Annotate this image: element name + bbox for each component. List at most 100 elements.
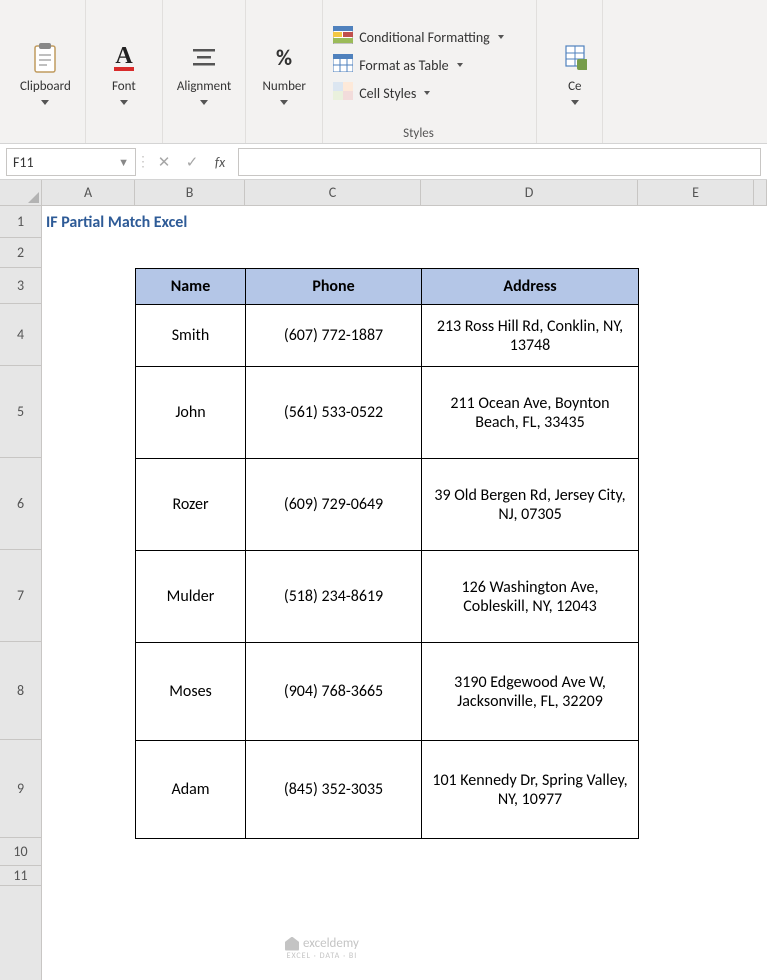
- paste-button[interactable]: Clipboard: [14, 38, 77, 110]
- row-header-9[interactable]: 9: [0, 740, 41, 838]
- ribbon-group-number: % Number: [246, 0, 323, 143]
- row-header-4[interactable]: 4: [0, 304, 41, 366]
- table-header-name[interactable]: Name: [136, 269, 246, 305]
- enter-button[interactable]: ✓: [178, 148, 206, 176]
- table-row: Rozer(609) 729-064939 Old Bergen Rd, Jer…: [136, 459, 639, 551]
- spreadsheet-grid: ABCDE 1234567891011 IF Partial Match Exc…: [0, 180, 767, 980]
- column-header-e[interactable]: E: [638, 180, 754, 205]
- percent-icon: %: [266, 40, 302, 76]
- worksheet-title: IF Partial Match Excel: [42, 206, 442, 238]
- cell-styles-icon: [333, 82, 353, 104]
- check-icon: ✓: [186, 153, 199, 172]
- styles-group-label: Styles: [403, 126, 434, 141]
- ribbon-group-alignment: Alignment: [163, 0, 246, 143]
- cell-address[interactable]: 211 Ocean Ave, Boynton Beach, FL, 33435: [422, 367, 639, 459]
- dropdown-caret-icon: ▼: [118, 156, 129, 169]
- table-row: John(561) 533-0522211 Ocean Ave, Boynton…: [136, 367, 639, 459]
- name-box[interactable]: F11 ▼: [6, 148, 136, 176]
- insert-cells-icon: [557, 40, 593, 76]
- dropdown-caret-icon: [424, 91, 430, 95]
- ribbon-group-styles: Conditional Formatting Format as Table C…: [323, 0, 537, 143]
- ribbon-group-font: A Font: [86, 0, 163, 143]
- cell-phone[interactable]: (518) 234-8619: [246, 551, 422, 643]
- dropdown-caret-icon: [41, 100, 49, 105]
- fx-icon: fx: [215, 154, 225, 171]
- row-header-7[interactable]: 7: [0, 550, 41, 642]
- column-header-a[interactable]: A: [42, 180, 135, 205]
- cell-phone[interactable]: (904) 768-3665: [246, 643, 422, 741]
- font-button[interactable]: A Font: [94, 38, 154, 110]
- cell-phone[interactable]: (561) 533-0522: [246, 367, 422, 459]
- table-header-address[interactable]: Address: [422, 269, 639, 305]
- cells-area[interactable]: IF Partial Match Excel NamePhoneAddressS…: [42, 206, 767, 980]
- table-row: Mulder(518) 234-8619126 Washington Ave, …: [136, 551, 639, 643]
- column-headers: ABCDE: [42, 180, 767, 206]
- column-header-c[interactable]: C: [245, 180, 421, 205]
- cell-styles-button[interactable]: Cell Styles: [329, 81, 508, 105]
- ribbon-group-cells: Ce: [537, 0, 603, 143]
- row-header-3[interactable]: 3: [0, 268, 41, 304]
- row-header-6[interactable]: 6: [0, 458, 41, 550]
- cell-address[interactable]: 3190 Edgewood Ave W, Jacksonville, FL, 3…: [422, 643, 639, 741]
- column-header-b[interactable]: B: [135, 180, 245, 205]
- dropdown-caret-icon: [498, 35, 504, 39]
- number-label: Number: [262, 80, 305, 95]
- watermark: exceldemy EXCEL · DATA · BI: [285, 936, 359, 961]
- format-as-table-icon: [333, 54, 353, 76]
- cell-address[interactable]: 126 Washington Ave, Cobleskill, NY, 1204…: [422, 551, 639, 643]
- data-table: NamePhoneAddressSmith(607) 772-1887213 R…: [135, 268, 639, 839]
- conditional-formatting-icon: [333, 26, 353, 48]
- cell-address[interactable]: 101 Kennedy Dr, Spring Valley, NY, 10977: [422, 741, 639, 839]
- cell-name[interactable]: Rozer: [136, 459, 246, 551]
- table-row: Adam(845) 352-3035101 Kennedy Dr, Spring…: [136, 741, 639, 839]
- alignment-button[interactable]: Alignment: [171, 38, 237, 110]
- number-button[interactable]: % Number: [254, 38, 314, 110]
- formula-bar: F11 ▼ ⋮ ✕ ✓ fx: [0, 144, 767, 180]
- ribbon-group-clipboard: Clipboard: [6, 0, 86, 143]
- font-label: Font: [112, 80, 136, 95]
- cell-name[interactable]: John: [136, 367, 246, 459]
- table-row: Moses(904) 768-36653190 Edgewood Ave W, …: [136, 643, 639, 741]
- row-header-10[interactable]: 10: [0, 838, 41, 866]
- row-header-8[interactable]: 8: [0, 642, 41, 740]
- x-icon: ✕: [158, 153, 171, 172]
- cells-label: Ce: [568, 80, 581, 95]
- cell-name[interactable]: Moses: [136, 643, 246, 741]
- watermark-logo-icon: [285, 937, 299, 951]
- row-header-2[interactable]: 2: [0, 238, 41, 268]
- dropdown-caret-icon: [457, 63, 463, 67]
- cell-address[interactable]: 39 Old Bergen Rd, Jersey City, NJ, 07305: [422, 459, 639, 551]
- svg-text:%: %: [276, 44, 292, 71]
- select-all-corner[interactable]: [0, 180, 42, 206]
- cell-phone[interactable]: (845) 352-3035: [246, 741, 422, 839]
- cell-address[interactable]: 213 Ross Hill Rd, Conklin, NY, 13748: [422, 305, 639, 367]
- dropdown-caret-icon: [280, 100, 288, 105]
- cell-name[interactable]: Mulder: [136, 551, 246, 643]
- cells-button[interactable]: Ce: [551, 38, 599, 110]
- cell-name[interactable]: Smith: [136, 305, 246, 367]
- format-as-table-button[interactable]: Format as Table: [329, 53, 508, 77]
- row-headers: 1234567891011: [0, 206, 42, 980]
- dropdown-caret-icon: [200, 100, 208, 105]
- table-row: Smith(607) 772-1887213 Ross Hill Rd, Con…: [136, 305, 639, 367]
- ribbon: Clipboard A Font Alignment: [0, 0, 767, 144]
- cell-phone[interactable]: (607) 772-1887: [246, 305, 422, 367]
- dropdown-caret-icon: [120, 100, 128, 105]
- separator: ⋮: [136, 148, 150, 175]
- conditional-formatting-button[interactable]: Conditional Formatting: [329, 25, 508, 49]
- table-header-phone[interactable]: Phone: [246, 269, 422, 305]
- column-header-d[interactable]: D: [421, 180, 638, 205]
- insert-function-button[interactable]: fx: [206, 148, 234, 176]
- row-header-5[interactable]: 5: [0, 366, 41, 458]
- font-icon: A: [106, 40, 142, 76]
- alignment-label: Alignment: [177, 80, 231, 95]
- cell-name[interactable]: Adam: [136, 741, 246, 839]
- row-header-1[interactable]: 1: [0, 206, 41, 238]
- row-header-11[interactable]: 11: [0, 866, 41, 886]
- clipboard-label: Clipboard: [20, 80, 71, 95]
- alignment-icon: [186, 40, 222, 76]
- formula-input[interactable]: [238, 148, 761, 176]
- dropdown-caret-icon: [571, 100, 579, 105]
- cancel-button[interactable]: ✕: [150, 148, 178, 176]
- cell-phone[interactable]: (609) 729-0649: [246, 459, 422, 551]
